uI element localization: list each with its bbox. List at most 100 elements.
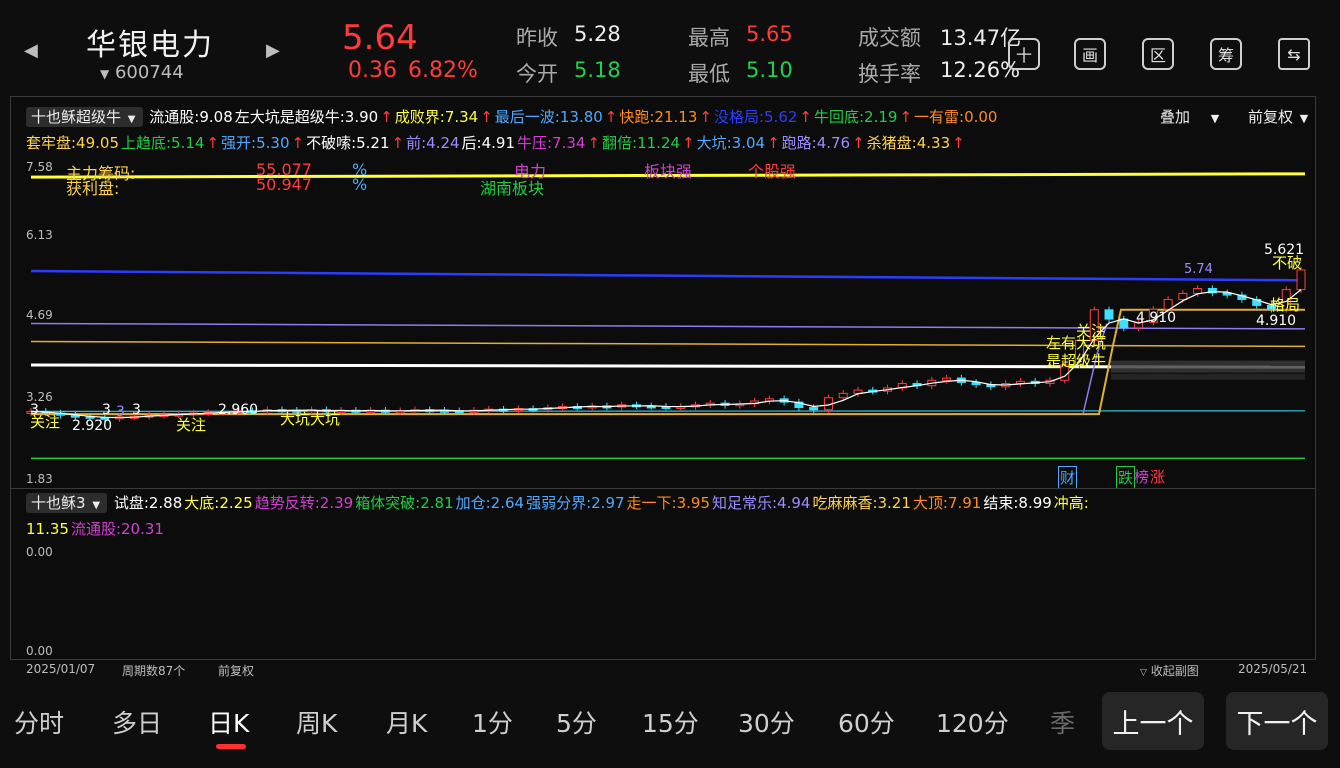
sub-indicator-values: 试盘:2.88 大底:2.25 趋势反转:2.39 箱体突破:2.81 加仓:2.64 强… [114,494,1091,512]
tab-4[interactable]: 月K [386,704,427,740]
sub-chart-panel[interactable] [10,488,1316,660]
up-arrow-icon: ↑ [587,134,601,152]
sub-ind-a-6: 走一下:3.95 [626,494,710,512]
profit-label: 获利盘: [66,179,120,198]
y-tick-2: 6.13 [26,228,53,242]
overlay-label: 叠加 [1160,108,1191,126]
annot-mid-price: 2.960 [218,402,259,418]
main-indicator-row2: 套牢盘:49.05 上趋底:5.14 ↑ 强开:5.30 ↑ 不破嗦:5.21 ↑ 前:4.2… [26,132,969,153]
main-ind-b-0: 套牢盘:49.05 [26,134,119,152]
sub-y-tick-2: 0.00 [26,644,53,658]
low-value: 5.10 [746,58,793,82]
kline-chart[interactable] [11,156,1315,486]
sub-ind-a-8: 吃麻麻香:3.21 [812,494,911,512]
next-stock-arrow[interactable]: ▶ [266,40,280,61]
tab-2[interactable]: 日K [208,704,249,740]
sub-ind-a-2: 趋势反转:2.39 [254,494,354,512]
up-arrow-icon: ↑ [899,108,913,126]
tab-11[interactable]: 季 [1050,704,1075,740]
candle-body [942,377,952,381]
candle-body [1119,318,1129,329]
sub-indicator-values-2: 11.35 流通股:20.31 [26,520,166,538]
up-arrow-icon: ↑ [291,134,305,152]
tab-7[interactable]: 15分 [642,704,699,740]
line-no-pattern [30,269,1306,282]
main-indicator-name: 十也稣超级牛 [31,108,122,126]
stock-strong-label: 个股强 [748,162,797,181]
overlay-button[interactable]: 叠加 ▼ [1160,106,1221,127]
up-arrow-icon: ↑ [699,108,712,126]
up-arrow-icon: ↑ [604,108,618,126]
tab-8[interactable]: 30分 [738,704,795,740]
sub-ind-b-1: 流通股:20.31 [70,520,164,538]
annot-big-pit: 大坑 [280,410,311,428]
up-arrow-icon: ↑ [682,134,695,152]
stock-code-row[interactable]: ▼ 600744 [100,62,184,83]
main-indicator-selector[interactable]: 十也稣超级牛 ▼ [26,107,143,127]
annot-cai: 财 [1058,466,1078,489]
tab-6[interactable]: 5分 [556,704,597,740]
low-label: 最低 [688,62,730,86]
main-ind-b-1: 上趋底:5.14 [121,134,205,152]
sub-ind-a-5: 强弱分界:2.97 [526,494,625,512]
y-tick-1: 7.58 [26,160,53,174]
main-indicator-row1: 十也稣超级牛 ▼ 流通股:9.08 左大坑是超级牛:3.90 ↑ 成败界:7.34 ↑ 最… [26,106,1001,127]
candle-body [809,407,819,411]
sub-indicator-selector[interactable]: 十也稣3 ▼ [26,493,108,513]
main-ind-a-7: 一有雷:0.00 [914,108,998,126]
candle-body [838,392,848,399]
sub-ind-a-0: 试盘:2.88 [113,494,183,512]
collapse-icon: ▽ [1140,668,1147,678]
start-date: 2025/01/07 [26,662,96,676]
turnover-rate-label: 换手率 [858,62,921,86]
region-label: 湖南板块 [480,179,545,198]
sub-ind-a-4: 加仓:2.64 [455,494,525,512]
candle-body [1178,292,1188,300]
annot-4910b: 4.910 [1256,313,1297,329]
annot-bang: 榜 [1134,468,1150,486]
up-arrow-icon: ↑ [480,108,493,126]
chips-icon[interactable]: 筹 [1210,38,1242,70]
main-ind-b-7: 翻倍:11.24 [602,134,681,152]
tab-3[interactable]: 周K [296,704,337,740]
main-ind-a-2: 成败界:7.34 [394,108,479,126]
prev-button[interactable]: 上一个 [1102,692,1204,750]
sub-ind-a-11: 冲高: [1053,494,1089,512]
candle-body [1193,288,1203,294]
sub-indicator-row1: 十也稣3 ▼ 试盘:2.88 大底:2.25 趋势反转:2.39 箱体突破:2.81 加… [26,492,1093,513]
band-grey-1 [1111,360,1305,373]
tab-0[interactable]: 分时 [14,704,64,740]
main-ind-b-6: 牛压:7.34 [517,134,586,152]
tab-9[interactable]: 60分 [838,704,895,740]
adjust-label: 前复权 [1248,108,1294,126]
sub-ind-a-1: 大底:2.25 [184,494,253,512]
annot-super-bull: 是超级牛 [1046,352,1107,370]
prev-stock-arrow[interactable]: ◀ [24,40,38,61]
device-switch-icon[interactable]: ⇆ [1278,38,1310,70]
annot-3b: 3 [102,402,111,418]
tab-1[interactable]: 多日 [112,704,162,740]
up-arrow-icon: ↑ [799,108,812,126]
range-icon[interactable]: 区 [1142,38,1174,70]
next-button[interactable]: 下一个 [1226,692,1328,750]
plus-icon[interactable]: 十 [1008,38,1040,70]
high-value: 5.65 [746,22,793,46]
up-arrow-icon: ↑ [391,134,405,152]
collapse-subchart-button[interactable]: ▽ 收起副图 [1140,662,1199,679]
tab-5[interactable]: 1分 [472,704,513,740]
main-indicator-values: 流通股:9.08 左大坑是超级牛:3.90 ↑ 成败界:7.34 ↑ 最后一波:13.80… [149,108,999,126]
footer-adjust: 前复权 [218,664,255,678]
main-ind-b-10: 杀猪盘:4.33 [866,134,951,152]
sub-y-tick-1: 0.00 [26,545,53,559]
chevron-down-icon: ▼ [92,500,101,511]
annot-3d: 3 [132,402,141,418]
band-grey-2 [1111,373,1305,380]
adjust-button[interactable]: 前复权 ▼ [1248,106,1310,127]
annot-3c: 3 [116,404,125,420]
annot-pattern: 格局 [1270,296,1301,314]
main-ind-a-3: 最后一波:13.80 [494,108,603,126]
sub-indicator-row2: 11.35 流通股:20.31 [26,518,168,539]
tab-10[interactable]: 120分 [936,704,1009,740]
drawing-icon[interactable]: 画 [1074,38,1106,70]
up-arrow-icon: ↑ [952,134,965,152]
